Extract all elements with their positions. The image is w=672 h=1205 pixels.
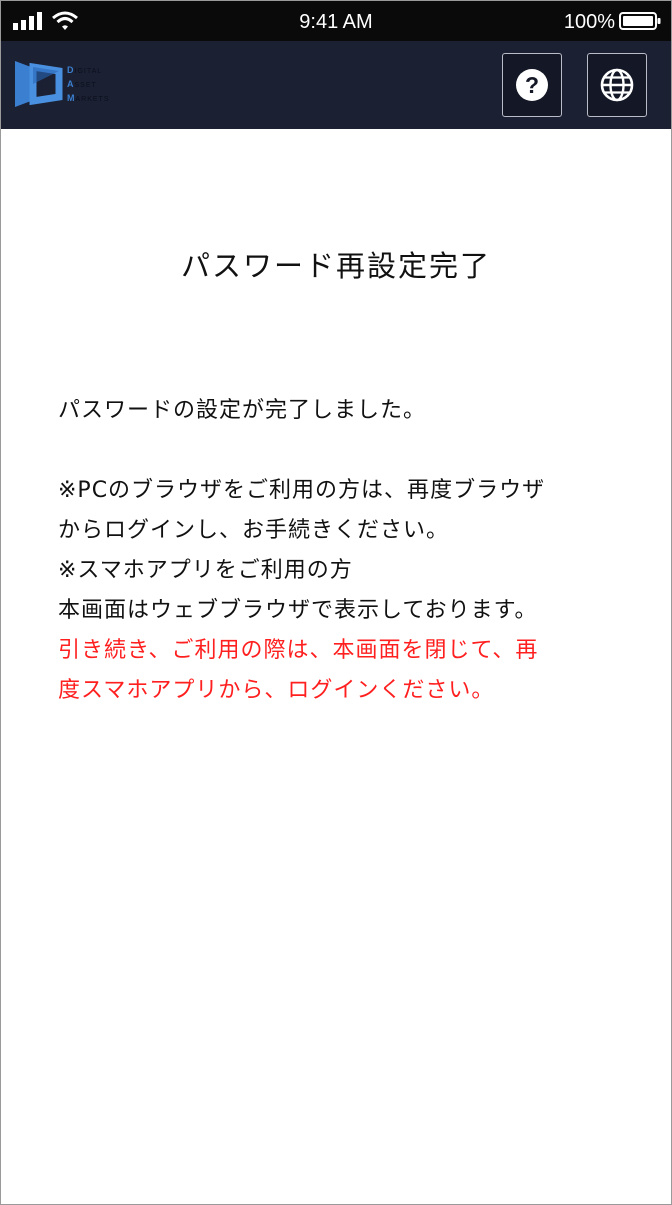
logo[interactable]: Digital Asset Markets [13, 57, 143, 115]
help-icon: ? [516, 69, 548, 101]
svg-text:?: ? [525, 72, 539, 98]
logo-word-asset: Asset [67, 79, 97, 89]
completion-message: パスワードの設定が完了しました。 ※PCのブラウザをご利用の方は、再度ブラウザ … [58, 391, 638, 711]
phone-frame: 9:41 AM 100% Digital Asset Markets ? [0, 0, 672, 1205]
completed-text: パスワードの設定が完了しました。 [58, 398, 427, 423]
help-button[interactable]: ? [502, 53, 562, 117]
logo-word-digital: Digital [67, 65, 103, 75]
warning-line-2: 度スマホアプリから、ログインください。 [58, 678, 495, 703]
pc-note-line-2: からログインし、お手続きください。 [58, 518, 450, 543]
language-button[interactable] [587, 53, 647, 117]
logo-mark-icon [15, 61, 63, 107]
status-bar: 9:41 AM 100% [1, 1, 671, 41]
warning-line-1: 引き続き、ご利用の際は、本画面を閉じて、再 [58, 638, 539, 663]
logo-word-markets: Markets [67, 93, 110, 103]
app-note-line-2: 本画面はウェブブラウザで表示しております。 [58, 598, 538, 623]
logo-wordmark: Digital Asset Markets [67, 64, 110, 106]
battery-percent: 100% [563, 11, 615, 33]
app-note-line-1: ※スマホアプリをご利用の方 [58, 558, 353, 583]
globe-icon [600, 68, 634, 102]
page-title: パスワード再設定完了 [180, 249, 491, 283]
pc-note-line-1: ※PCのブラウザをご利用の方は、再度ブラウザ [58, 478, 546, 503]
app-header: Digital Asset Markets ? [1, 41, 671, 129]
battery-icon [619, 12, 661, 30]
